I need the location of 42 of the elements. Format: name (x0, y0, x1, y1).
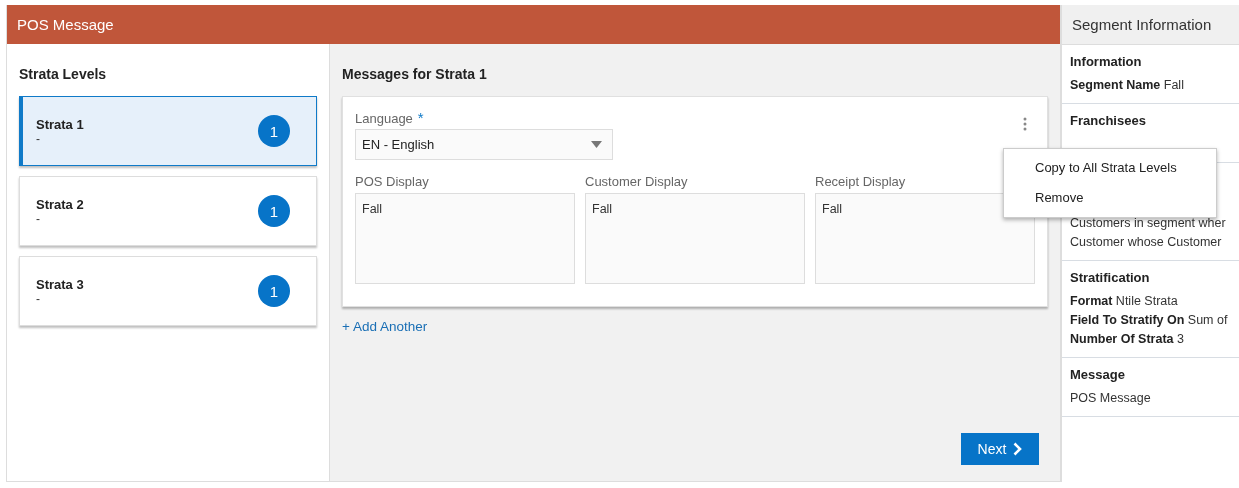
strata-item[interactable]: Strata 3 - 1 (19, 256, 317, 326)
strata-subtitle: - (36, 291, 41, 306)
count-badge: 1 (258, 115, 290, 147)
strata-name: Strata 1 (36, 116, 85, 132)
info-line: Customers in segment wher (1070, 215, 1227, 232)
info-line: Format Ntile Strata (1070, 293, 1179, 310)
strata-name: Strata 2 (36, 196, 85, 212)
section-title: Messages for Strata 1 (342, 66, 488, 82)
page-title: POS Message (17, 16, 114, 33)
info-line: POS Message (1070, 390, 1152, 407)
add-another-link[interactable]: + Add Another (342, 319, 428, 334)
count-badge: 1 (258, 195, 290, 227)
menu-item[interactable]: Copy to All Strata Levels (1004, 153, 1216, 183)
panel-title: Segment Information (1072, 16, 1212, 33)
text-area[interactable]: Fall (815, 193, 1035, 284)
count-badge: 1 (258, 275, 290, 307)
section-heading: Information (1070, 54, 1143, 69)
info-line: Number Of Strata 3 (1070, 331, 1185, 348)
strata-subtitle: - (36, 211, 41, 226)
strata-item[interactable]: Strata 1 - 1 (19, 96, 317, 166)
strata-name: Strata 3 (36, 276, 85, 292)
field-label: Customer Display (585, 174, 689, 189)
caret-icon (591, 141, 602, 148)
section-heading: Message (1070, 367, 1126, 382)
panel-title: Strata Levels (19, 66, 108, 82)
info-line: Field To Stratify On Sum of (1070, 312, 1229, 329)
text-area[interactable]: Fall (585, 193, 805, 284)
section-heading: Stratification (1070, 270, 1151, 285)
language-dropdown[interactable]: EN - English (355, 129, 613, 160)
info-line: Customer whose Customer (1070, 234, 1223, 251)
chevron-right-icon (1013, 442, 1023, 456)
text-area[interactable]: Fall (355, 193, 575, 284)
strata-item[interactable]: Strata 2 - 1 (19, 176, 317, 246)
info-line: Segment Name Fall (1070, 77, 1185, 94)
more-icon[interactable] (1023, 117, 1027, 131)
required-mark: * (417, 109, 424, 126)
field-label: Receipt Display (815, 174, 907, 189)
next-button[interactable]: Next (961, 433, 1039, 465)
strata-subtitle: - (36, 131, 41, 146)
field-label: Language (355, 111, 413, 126)
field-label: POS Display (355, 174, 430, 189)
section-heading: Franchisees (1070, 113, 1147, 128)
